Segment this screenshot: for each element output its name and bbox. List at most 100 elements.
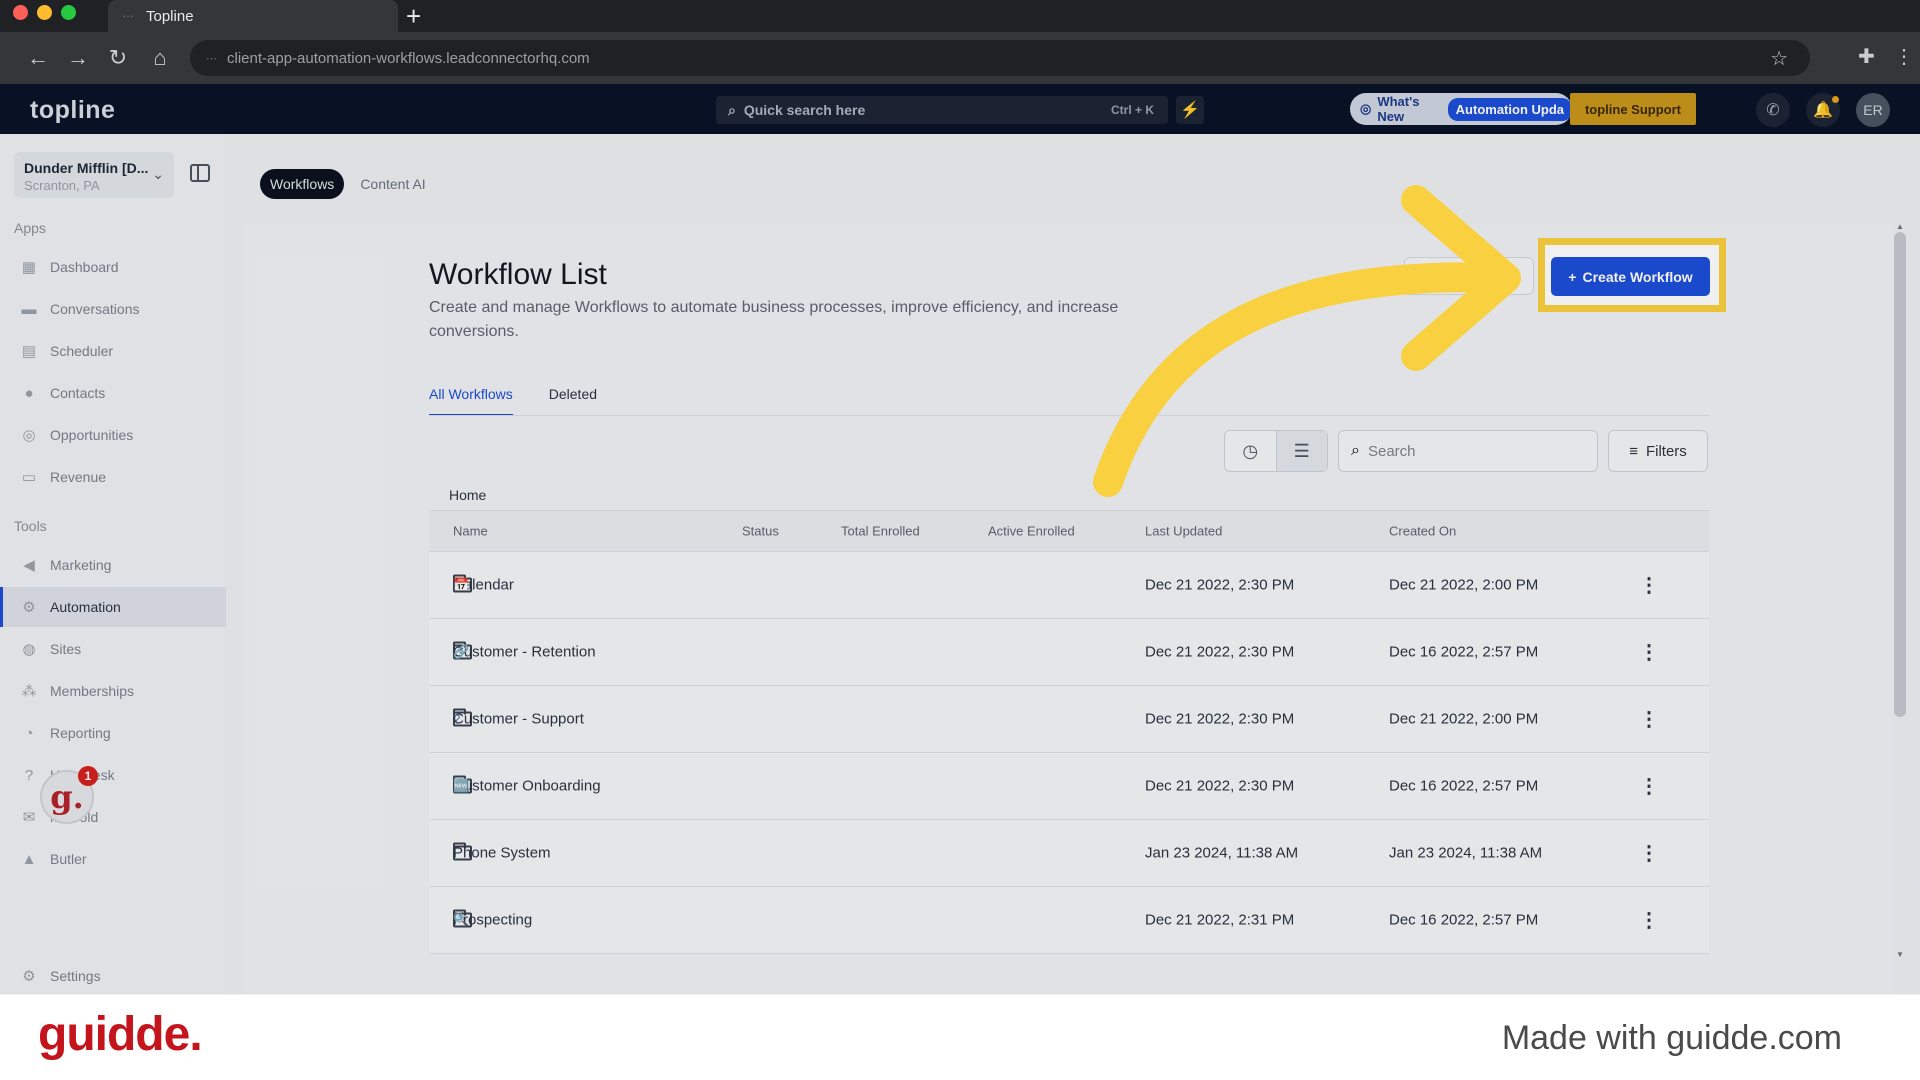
- help-icon: ?: [24, 766, 34, 784]
- sidebar-item-automation[interactable]: ⚙ Automation: [0, 587, 226, 627]
- sidebar-item-sites[interactable]: ◍ Sites: [0, 629, 226, 669]
- search-input[interactable]: [1367, 442, 1568, 460]
- close-window-button[interactable]: [13, 5, 28, 20]
- row-menu-icon[interactable]: ⋮: [1639, 573, 1659, 598]
- table-row[interactable]: Customer - Retention 🔗 Dec 21 2022, 2:30 …: [429, 619, 1709, 686]
- col-last-updated[interactable]: Last Updated: [1145, 524, 1222, 539]
- tools-section-label: Tools: [14, 518, 47, 534]
- row-menu-icon[interactable]: ⋮: [1639, 640, 1659, 665]
- mail-icon: ✉: [22, 809, 36, 826]
- col-name[interactable]: Name: [453, 524, 488, 539]
- search-icon: ⌕: [728, 101, 736, 118]
- sidebar-item-label: Marketing: [50, 557, 112, 573]
- tab-content-ai[interactable]: Content AI: [350, 169, 435, 199]
- phone-icon[interactable]: ✆: [1756, 93, 1790, 127]
- back-icon[interactable]: ←: [20, 40, 56, 76]
- sidebar-item-conversations[interactable]: ▬ Conversations: [0, 289, 226, 329]
- tab-workflows[interactable]: Workflows: [260, 169, 345, 199]
- top-tabs: Workflows Content AI: [260, 169, 436, 199]
- row-menu-icon[interactable]: ⋮: [1639, 707, 1659, 732]
- list-icon[interactable]: ☰: [1275, 431, 1327, 471]
- address-bar[interactable]: ⋯ client-app-automation-workflows.leadco…: [190, 40, 1810, 76]
- extensions-icon[interactable]: ✚: [1858, 44, 1875, 69]
- filters-button[interactable]: ≡ Filters: [1608, 430, 1708, 472]
- whats-new-banner[interactable]: ◎ What's New Automation Upda: [1350, 93, 1572, 125]
- row-menu-icon[interactable]: ⋮: [1639, 841, 1659, 866]
- minimize-window-button[interactable]: [37, 5, 52, 20]
- app-header: topline ⌕ Quick search here Ctrl + K ⚡ ◎…: [0, 84, 1920, 134]
- table-row[interactable]: Customer Onboarding 🆕 Dec 21 2022, 2:30 P…: [429, 753, 1709, 820]
- person-icon: ●: [24, 384, 34, 402]
- tab-all-workflows[interactable]: All Workflows: [429, 386, 513, 416]
- page-description: Create and manage Workflows to automate …: [429, 299, 1119, 340]
- scroll-up-icon[interactable]: ▲: [1896, 222, 1904, 231]
- sidebar-item-label: Reporting: [50, 725, 111, 741]
- link-emoji-icon: 🔗: [453, 644, 470, 659]
- table-row[interactable]: Calendar 📅 Dec 21 2022, 2:30 PM Dec 21 20…: [429, 552, 1709, 619]
- col-active-enrolled[interactable]: Active Enrolled: [988, 524, 1075, 539]
- lightning-icon[interactable]: ⚡: [1176, 96, 1204, 124]
- col-total-enrolled[interactable]: Total Enrolled: [841, 524, 920, 539]
- sidebar: Dunder Mifflin [D... Scranton, PA ⌄ Apps…: [0, 134, 226, 994]
- table-row[interactable]: Prospecting 🔍 Dec 21 2022, 2:31 PM Dec 16…: [429, 887, 1709, 954]
- quick-search[interactable]: ⌕ Quick search here Ctrl + K: [716, 96, 1168, 124]
- url-text: client-app-automation-workflows.leadconn…: [227, 49, 590, 67]
- table-row[interactable]: Customer - Support? Dec 21 2022, 2:30 PM…: [429, 686, 1709, 753]
- tab-title: Topline: [146, 7, 194, 25]
- row-menu-icon[interactable]: ⋮: [1639, 908, 1659, 933]
- sidebar-item-mailfold[interactable]: ✉Mailfold: [0, 797, 226, 837]
- reload-icon[interactable]: ↻: [100, 40, 136, 76]
- browser-tab[interactable]: ⋯ Topline: [108, 0, 398, 32]
- sidebar-item-contacts[interactable]: ● Contacts: [0, 373, 226, 413]
- members-icon: ⁂: [21, 683, 37, 700]
- sidebar-item-revenue[interactable]: ▭ Revenue: [0, 457, 226, 497]
- sidebar-item-marketing[interactable]: ◀ Marketing: [0, 545, 226, 585]
- row-name: Customer Onboarding: [453, 777, 601, 795]
- sidebar-item-memberships[interactable]: ⁂ Memberships: [0, 671, 226, 711]
- breadcrumb[interactable]: Home: [449, 487, 486, 503]
- sidebar-item-dashboard[interactable]: ▦ Dashboard: [0, 247, 226, 287]
- notification-dot: [1832, 96, 1839, 103]
- create-workflow-label: Create Workflow: [1582, 268, 1693, 285]
- row-last-updated: Dec 21 2022, 2:30 PM: [1145, 643, 1295, 661]
- create-workflow-button[interactable]: + Create Workflow: [1551, 257, 1710, 296]
- calendar-icon: ▤: [21, 343, 37, 360]
- scrollbar[interactable]: [1894, 232, 1906, 717]
- home-icon[interactable]: ⌂: [142, 40, 178, 76]
- bookmark-star-icon[interactable]: ☆: [1770, 46, 1788, 71]
- sidebar-item-label: Dashboard: [50, 259, 119, 275]
- support-button[interactable]: topline Support: [1570, 93, 1696, 125]
- table-row[interactable]: Phone System Jan 23 2024, 11:38 AM Jan 2…: [429, 820, 1709, 887]
- tab-deleted[interactable]: Deleted: [549, 386, 597, 416]
- sidebar-item-help-desk[interactable]: ?Help Desk: [0, 755, 226, 795]
- workflow-table: Name Status Total Enrolled Active Enroll…: [429, 510, 1709, 954]
- sidebar-item-opportunities[interactable]: ◎ Opportunities: [0, 415, 226, 455]
- avatar[interactable]: ER: [1856, 93, 1890, 127]
- browser-menu-icon[interactable]: ⋮: [1894, 44, 1914, 69]
- dashboard-icon: ▦: [21, 259, 37, 276]
- clock-icon[interactable]: ◷: [1225, 431, 1276, 471]
- row-last-updated: Dec 21 2022, 2:30 PM: [1145, 576, 1295, 594]
- row-menu-icon[interactable]: ⋮: [1639, 774, 1659, 799]
- browser-toolbar: ← → ↻ ⌂ ⋯ client-app-automation-workflow…: [0, 32, 1920, 84]
- collapse-sidebar-icon[interactable]: [190, 164, 210, 182]
- new-tab-button[interactable]: +: [406, 2, 421, 30]
- col-status[interactable]: Status: [742, 524, 779, 539]
- sidebar-item-scheduler[interactable]: ▤ Scheduler: [0, 331, 226, 371]
- create-folder-button[interactable]: ler: [1404, 257, 1534, 295]
- maximize-window-button[interactable]: [61, 5, 76, 20]
- scroll-down-icon[interactable]: ▼: [1896, 950, 1904, 959]
- magnifier-emoji-icon: 🔍: [453, 912, 470, 927]
- sidebar-item-reporting[interactable]: ◔ Reporting: [0, 713, 226, 753]
- col-created-on[interactable]: Created On: [1389, 524, 1456, 539]
- row-last-updated: Dec 21 2022, 2:30 PM: [1145, 710, 1295, 728]
- made-with-label: Made with guidde.com: [1501, 1019, 1842, 1057]
- guidde-logo: guidde.: [38, 1008, 203, 1061]
- sidebar-item-butler[interactable]: ▲ Butler: [0, 839, 226, 879]
- forward-icon[interactable]: →: [60, 40, 96, 76]
- workflow-search[interactable]: ⌕: [1338, 430, 1598, 472]
- row-name: Phone System: [453, 844, 551, 862]
- target-icon: ◎: [22, 427, 36, 444]
- location-switcher[interactable]: Dunder Mifflin [D... Scranton, PA ⌄: [14, 152, 174, 198]
- sidebar-item-settings[interactable]: ⚙ Settings: [0, 956, 226, 996]
